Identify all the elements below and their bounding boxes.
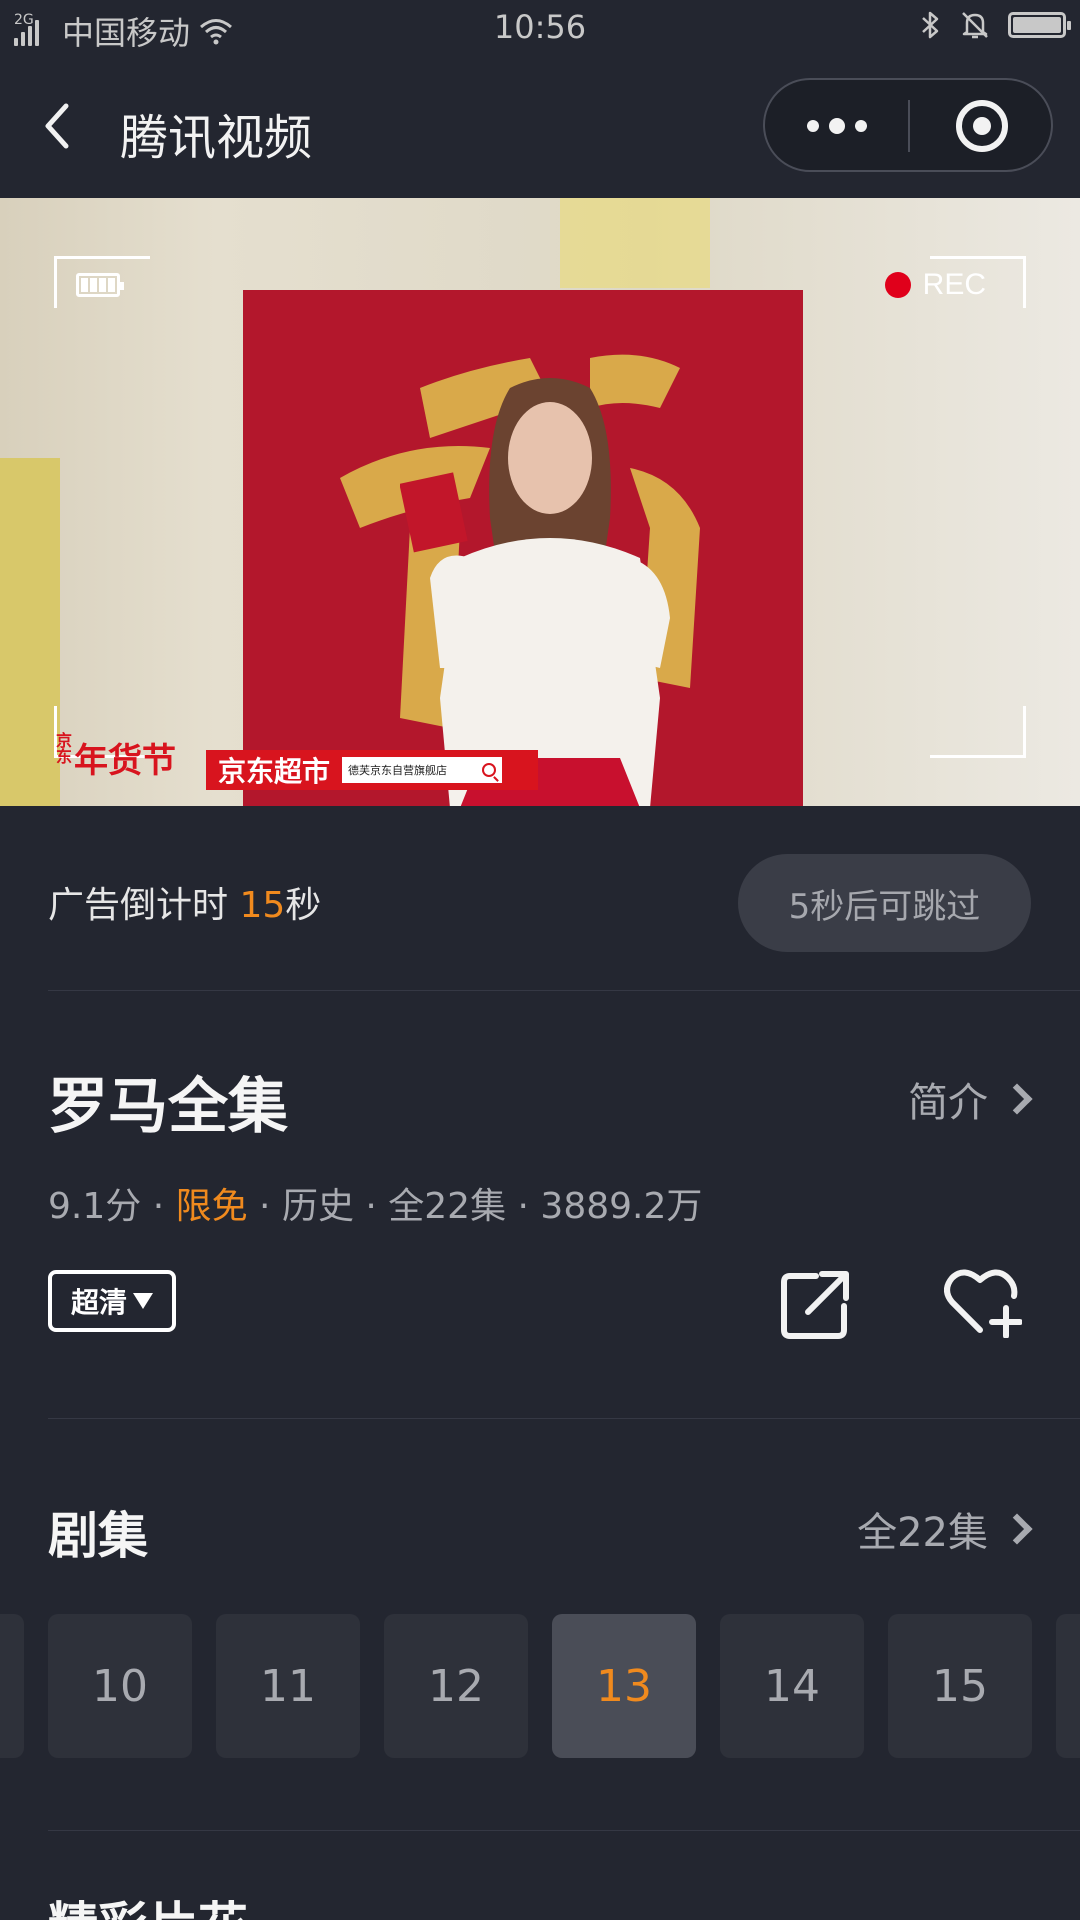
chevron-left-icon: [45, 103, 69, 149]
status-right: [920, 10, 1071, 40]
record-dot-icon: [884, 272, 911, 298]
divider: [48, 1830, 1080, 1831]
rec-label: REC: [922, 268, 986, 301]
mute-bell-icon: [962, 12, 988, 39]
episode-item[interactable]: 11: [216, 1614, 360, 1758]
ad-countdown: 广告倒计时 15秒: [48, 885, 322, 926]
episodes-title: 剧集: [48, 1507, 148, 1565]
video-player[interactable]: REC 京东年货节 京东超市 德芙京东自营旗舰店: [0, 198, 1080, 806]
episode-item[interactable]: 14: [720, 1614, 864, 1758]
show-meta: 9.1分 · 限免 · 历史 · 全22集 · 3889.2万: [48, 1186, 703, 1227]
episode-item[interactable]: 9: [0, 1614, 24, 1758]
episode-item[interactable]: 16: [1056, 1614, 1080, 1758]
more-button[interactable]: [765, 80, 908, 172]
search-icon: [482, 763, 497, 777]
back-button[interactable]: [30, 96, 90, 156]
free-badge: 限免: [175, 1186, 248, 1227]
intro-link[interactable]: 简介: [908, 1070, 1033, 1128]
viewfinder-corner: [930, 706, 1026, 758]
all-episodes-link[interactable]: 全22集: [857, 1500, 1033, 1558]
quality-select-button[interactable]: 超清: [48, 1270, 176, 1332]
nav-bar: 腾讯视频: [0, 58, 1080, 198]
favorite-button[interactable]: [944, 1266, 1023, 1339]
ad-search-box: 德芙京东自营旗舰店: [342, 757, 503, 783]
mini-program-capsule: [763, 78, 1053, 172]
clock: 10:56: [493, 8, 587, 46]
episode-item[interactable]: 12: [384, 1614, 528, 1758]
intro-label: 简介: [908, 1080, 988, 1126]
heart-plus-icon: [944, 1269, 1023, 1339]
next-section-title: 精彩片花: [48, 1896, 248, 1920]
ad-countdown-row: 广告倒计时 15秒 5秒后可跳过: [0, 806, 1080, 990]
episode-strip[interactable]: 910111213141516: [0, 1614, 1080, 1758]
close-mini-program-button[interactable]: [910, 80, 1053, 172]
quality-label: 超清: [70, 1286, 127, 1319]
divider: [48, 1418, 1080, 1419]
ad-presenter-figure: [400, 378, 670, 806]
status-bar: 2G 中国移动 10:56: [0, 0, 1080, 58]
battery-icon: [1008, 12, 1071, 38]
share-icon: [781, 1271, 849, 1339]
ad-countdown-value: 15: [239, 885, 286, 926]
caret-down-icon: [133, 1293, 153, 1309]
ad-brand-name: 京东超市: [218, 755, 331, 788]
chevron-right-icon: [1001, 1083, 1033, 1115]
rec-indicator: REC: [884, 268, 986, 302]
more-dots-icon: [806, 120, 819, 132]
ad-festival-logo: 京东年货节: [56, 731, 176, 782]
chevron-right-icon: [1001, 1513, 1033, 1545]
show-title: 罗马全集: [48, 1072, 288, 1142]
camera-battery-icon: [76, 273, 124, 297]
ad-brand-banner: 京东超市 德芙京东自营旗舰店: [206, 750, 538, 790]
episode-item[interactable]: 13: [552, 1614, 696, 1758]
page: 2G 中国移动 10:56 腾讯视频 REC 京东年货节 京东超市 德芙京东自营…: [0, 0, 1080, 1920]
bluetooth-icon: [922, 11, 939, 39]
target-icon: [955, 100, 1008, 152]
episode-item[interactable]: 10: [48, 1614, 192, 1758]
divider: [48, 990, 1080, 991]
skip-ad-button[interactable]: 5秒后可跳过: [738, 854, 1031, 952]
all-episodes-label: 全22集: [857, 1510, 988, 1556]
episode-item[interactable]: 15: [888, 1614, 1032, 1758]
page-title: 腾讯视频: [120, 110, 313, 166]
share-button[interactable]: [780, 1268, 852, 1340]
